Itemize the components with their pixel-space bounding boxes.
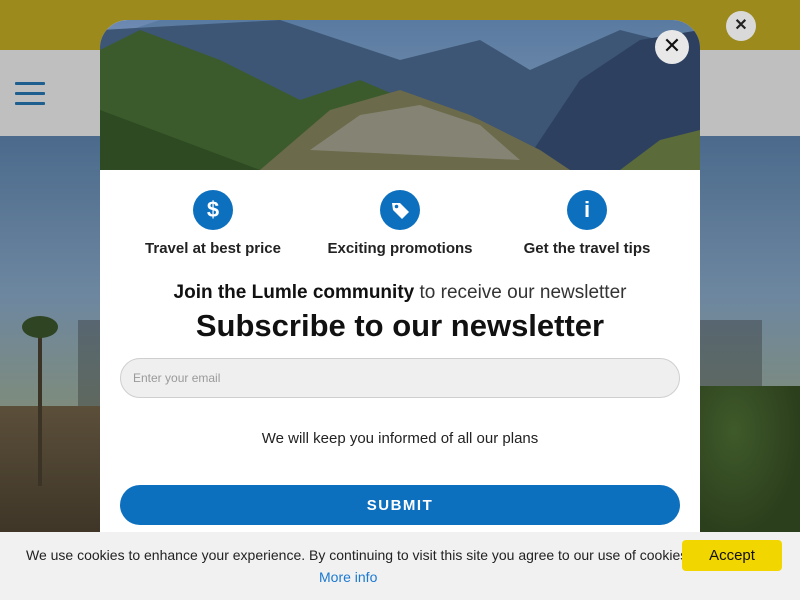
submit-button[interactable]: SUBMIT	[120, 485, 680, 525]
announcement-close-icon[interactable]: ✕	[726, 11, 756, 41]
feature-label: Exciting promotions	[327, 240, 473, 257]
cookie-accept-button[interactable]: Accept	[682, 540, 782, 571]
newsletter-tagline: Join the Lumle community to receive our …	[100, 282, 700, 304]
newsletter-info-text: We will keep you informed of all our pla…	[261, 430, 539, 447]
hamburger-menu-icon[interactable]	[15, 82, 45, 106]
newsletter-headline: Subscribe to our newsletter	[195, 308, 605, 343]
newsletter-modal: ✕ $ Travel at best price Exciting promot…	[100, 20, 700, 540]
tagline-rest: to receive our newsletter	[414, 282, 627, 303]
modal-close-button[interactable]: ✕	[655, 30, 689, 64]
feature-best-price: $ Travel at best price	[118, 190, 308, 257]
mountain-village-image: ✕	[100, 20, 700, 170]
feature-label: Travel at best price	[145, 240, 281, 257]
feature-label: Get the travel tips	[523, 240, 651, 257]
feature-travel-tips: i Get the travel tips	[492, 190, 682, 257]
cookie-message: We use cookies to enhance your experienc…	[26, 547, 692, 563]
cookie-banner: We use cookies to enhance your experienc…	[0, 532, 800, 600]
email-input[interactable]	[120, 358, 680, 398]
tagline-brand: Join the Lumle community	[173, 282, 415, 303]
features-row: $ Travel at best price Exciting promotio…	[100, 190, 700, 280]
feature-promotions: Exciting promotions	[305, 190, 495, 257]
tag-icon	[380, 190, 420, 230]
info-icon: i	[567, 190, 607, 230]
cookie-more-info-link[interactable]: More info	[319, 569, 377, 585]
dollar-icon: $	[193, 190, 233, 230]
